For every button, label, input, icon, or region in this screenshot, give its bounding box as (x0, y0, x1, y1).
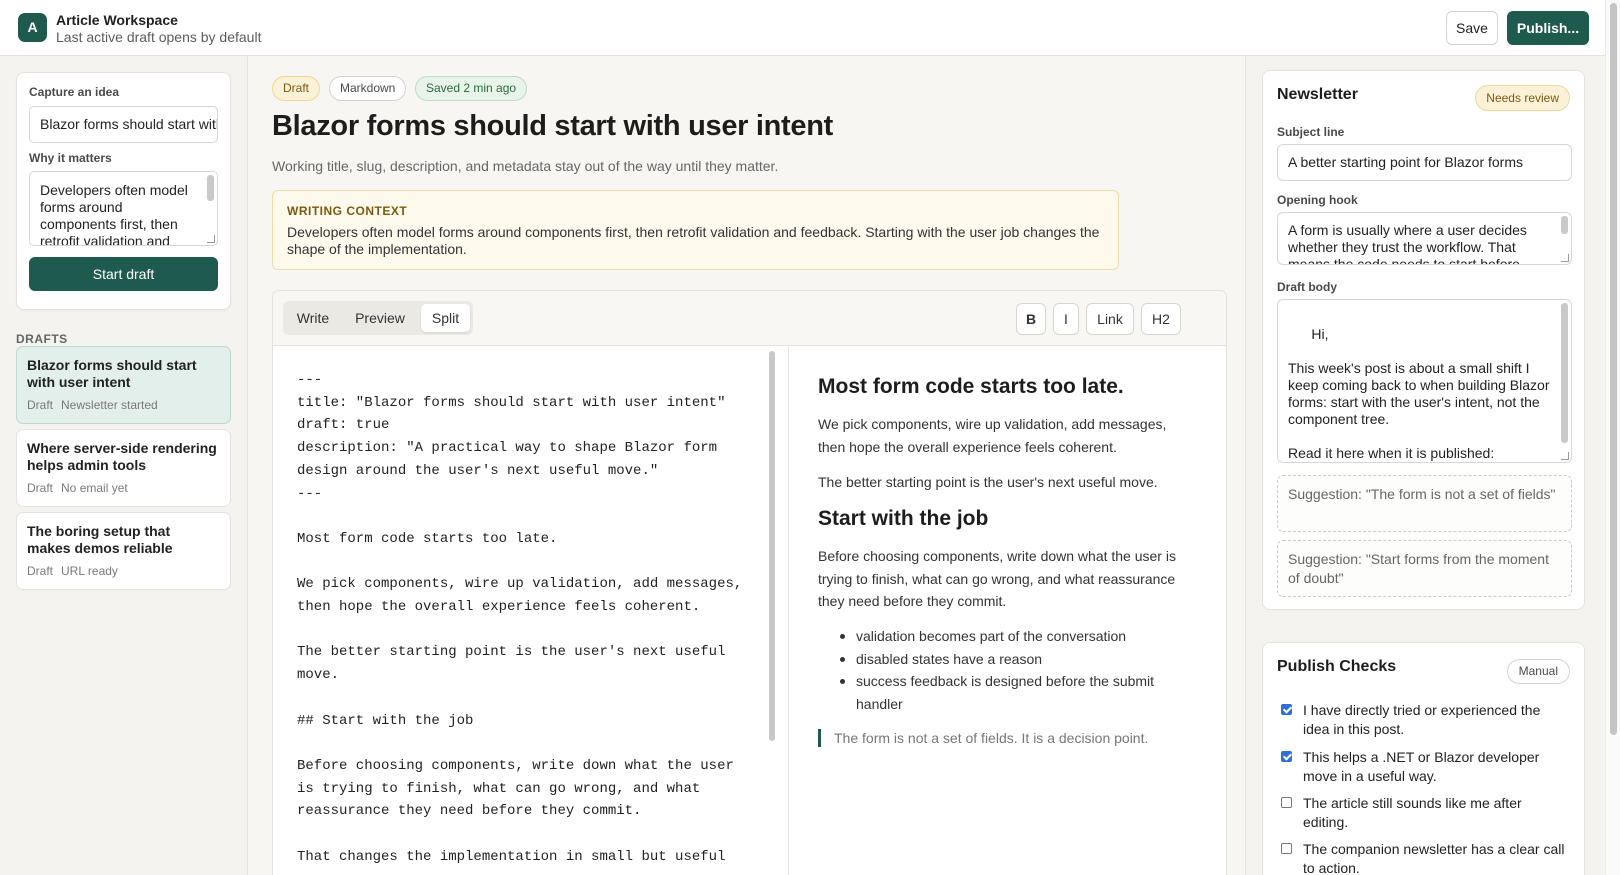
subject-line-label: Subject line (1277, 125, 1345, 139)
draft-item[interactable]: Blazor forms should start with user inte… (16, 346, 231, 424)
app-logo: A (18, 13, 47, 42)
draft-item[interactable]: Where server-side rendering helps admin … (16, 429, 231, 507)
resize-grip-icon[interactable] (1561, 254, 1569, 262)
textarea-scrollbar[interactable] (207, 175, 214, 201)
needs-review-badge: Needs review (1475, 85, 1570, 111)
preview-subheading: Start with the job (818, 507, 989, 530)
draft-status-badge: Draft (272, 76, 321, 101)
publish-button[interactable]: Publish... (1507, 11, 1589, 45)
draft-body-label: Draft body (1277, 280, 1337, 294)
window-scrollbar-thumb[interactable] (1610, 3, 1617, 735)
checkbox[interactable] (1281, 797, 1292, 808)
checkbox[interactable] (1281, 704, 1292, 715)
article-title[interactable]: Blazor forms should start with user inte… (272, 110, 833, 143)
check-label: The article still sounds like me after e… (1303, 795, 1522, 830)
window-scrollbar[interactable] (1605, 0, 1620, 875)
check-label: This helps a .NET or Blazor developer mo… (1303, 749, 1540, 784)
draft-meta: Draft Newsletter started (27, 398, 158, 412)
opening-hook-textarea[interactable]: A form is usually where a user decides w… (1277, 212, 1572, 265)
editor-toolbar: Write Preview Split B I Link H2 (273, 291, 1226, 346)
publish-checks-title: Publish Checks (1277, 658, 1397, 675)
list-item: disabled states have a reason (840, 648, 1160, 671)
check-label: I have directly tried or experienced the… (1303, 702, 1541, 737)
newsletter-title: Newsletter (1277, 86, 1358, 103)
checkbox[interactable] (1281, 751, 1292, 762)
draft-meta: Draft URL ready (27, 564, 118, 578)
preview-heading: Most form code starts too late. (818, 375, 1124, 398)
markdown-source-text[interactable]: --- title: "Blazor forms should start wi… (297, 369, 767, 868)
preview-bullet-list: validation becomes part of the conversat… (840, 625, 1160, 715)
why-it-matters-label: Why it matters (29, 151, 112, 165)
preview-paragraph: Before choosing components, write down w… (818, 548, 1176, 609)
textarea-scrollbar[interactable] (1561, 303, 1568, 443)
capture-idea-label: Capture an idea (29, 85, 120, 99)
writing-context-text: Developers often model forms around comp… (287, 224, 1100, 257)
view-mode-switch: Write Preview Split (283, 301, 473, 335)
link-button[interactable]: Link (1086, 303, 1134, 335)
sidebar: Capture an idea Blazor forms should star… (0, 56, 248, 875)
publish-checks-card: Publish Checks Manual I have directly tr… (1262, 642, 1585, 875)
draft-title: The boring setup that makes demos reliab… (27, 523, 173, 556)
tab-split[interactable]: Split (421, 304, 470, 332)
idea-input[interactable]: Blazor forms should start with user inte… (29, 106, 218, 143)
app-title: Article Workspace (56, 12, 178, 28)
writing-context-label: WRITING CONTEXT (287, 204, 408, 218)
resize-grip-icon[interactable] (207, 235, 215, 243)
resize-grip-icon[interactable] (1561, 452, 1569, 460)
preview-paragraph: The better starting point is the user's … (818, 474, 1158, 490)
draft-title: Blazor forms should start with user inte… (27, 357, 197, 390)
suggestion-item[interactable]: Suggestion: "The form is not a set of fi… (1277, 475, 1572, 532)
list-item: success feedback is designed before the … (840, 670, 1160, 715)
draft-note: No email yet (61, 481, 128, 495)
draft-body-text: Hi, This week's post is about a small sh… (1288, 326, 1550, 461)
opening-hook-text: A form is usually where a user decides w… (1288, 222, 1527, 265)
manual-badge: Manual (1506, 659, 1570, 684)
draft-item[interactable]: The boring setup that makes demos reliab… (16, 512, 231, 590)
preview-blockquote: The form is not a set of fields. It is a… (818, 729, 1148, 747)
tab-write[interactable]: Write (286, 304, 340, 332)
draft-note: URL ready (61, 564, 118, 578)
check-label: The companion newsletter has a clear cal… (1303, 841, 1565, 875)
capture-idea-card: Capture an idea Blazor forms should star… (16, 72, 231, 310)
why-it-matters-text: Developers often model forms around comp… (40, 182, 188, 246)
draft-status: Draft (27, 398, 54, 412)
heading-button[interactable]: H2 (1141, 303, 1181, 335)
italic-button[interactable]: I (1053, 303, 1079, 335)
list-item: validation becomes part of the conversat… (840, 625, 1160, 648)
saved-status-badge: Saved 2 min ago (415, 76, 528, 101)
article-subtitle: Working title, slug, description, and me… (272, 158, 779, 174)
tab-preview[interactable]: Preview (344, 304, 416, 332)
save-button[interactable]: Save (1446, 11, 1498, 45)
source-scrollbar[interactable] (769, 351, 775, 741)
draft-meta: Draft No email yet (27, 481, 128, 495)
newsletter-card: Newsletter Needs review Subject line A b… (1262, 70, 1585, 610)
draft-status: Draft (27, 481, 54, 495)
textarea-scrollbar[interactable] (1561, 216, 1568, 234)
suggestion-item[interactable]: Suggestion: "Start forms from the moment… (1277, 540, 1572, 597)
draft-title: Where server-side rendering helps admin … (27, 440, 217, 473)
checkbox[interactable] (1281, 843, 1292, 854)
start-draft-button[interactable]: Start draft (29, 257, 218, 291)
right-panel: Newsletter Needs review Subject line A b… (1245, 56, 1605, 875)
markdown-editor: Write Preview Split B I Link H2 --- titl… (272, 290, 1227, 875)
why-it-matters-textarea[interactable]: Developers often model forms around comp… (29, 171, 218, 246)
drafts-heading: DRAFTS (16, 332, 68, 346)
markdown-source-pane[interactable]: --- title: "Blazor forms should start wi… (273, 347, 789, 875)
bold-button[interactable]: B (1016, 303, 1046, 335)
markdown-preview-pane: Most form code starts too late. We pick … (790, 347, 1226, 875)
format-badge: Markdown (329, 76, 407, 101)
subject-line-input[interactable]: A better starting point for Blazor forms (1277, 144, 1572, 181)
opening-hook-label: Opening hook (1277, 193, 1358, 207)
draft-body-textarea[interactable]: Hi, This week's post is about a small sh… (1277, 299, 1572, 463)
app-header: A Article Workspace Last active draft op… (0, 0, 1605, 56)
writing-context-box: WRITING CONTEXT Developers often model f… (272, 190, 1119, 270)
draft-note: Newsletter started (61, 398, 158, 412)
main-content: Draft Markdown Saved 2 min ago Blazor fo… (248, 56, 1244, 875)
app-subtitle: Last active draft opens by default (56, 29, 262, 45)
preview-paragraph: We pick components, wire up validation, … (818, 416, 1167, 455)
draft-status: Draft (27, 564, 54, 578)
